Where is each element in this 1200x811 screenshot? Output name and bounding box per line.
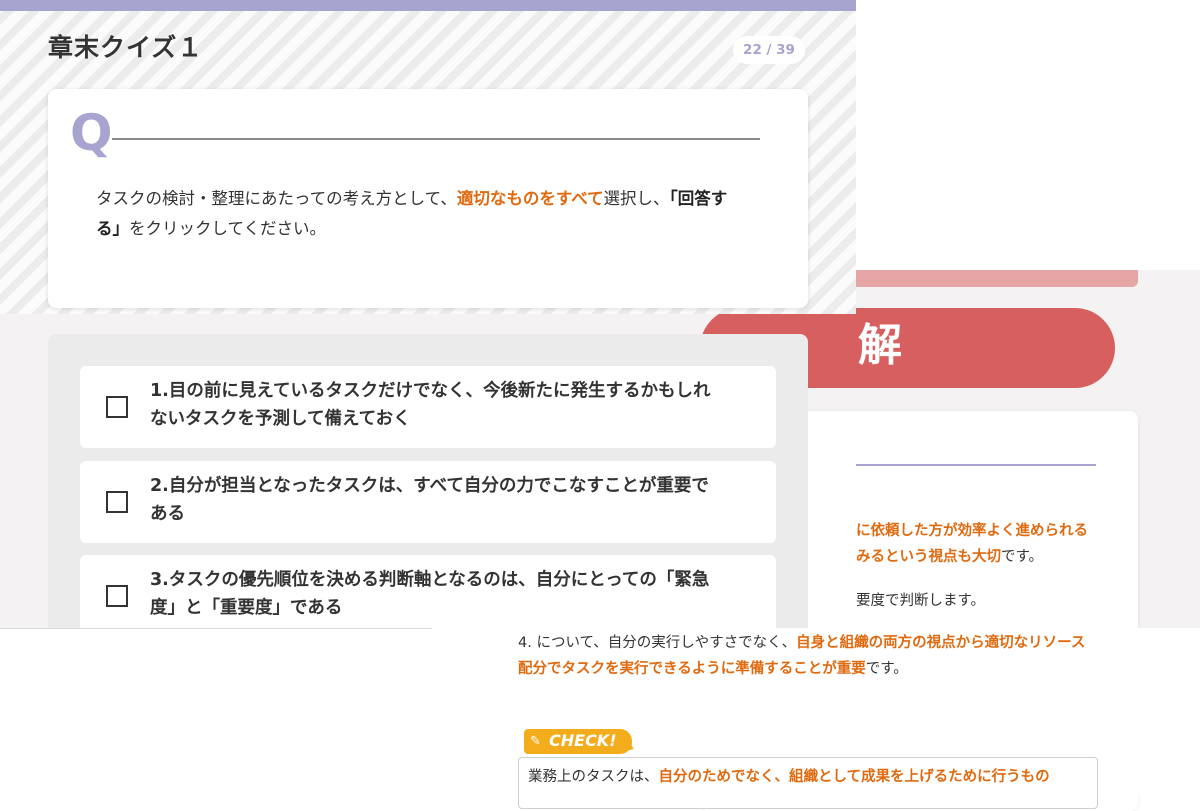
question-letter: Q	[70, 104, 113, 162]
answer-result-heading: 解	[858, 320, 904, 371]
option-label: 3.タスクの優先順位を決める判断軸となるのは、自分にとっての「緊急 度」と「重要度…	[150, 570, 710, 618]
answer-top-bar	[856, 270, 1138, 287]
answer-divider	[856, 464, 1096, 466]
progress-counter: 22 / 39	[733, 36, 805, 64]
checkbox-empty-icon[interactable]	[106, 585, 128, 607]
option-1[interactable]: 1.目の前に見えているタスクだけでなく、今後新たに発生するかもしれ ないタスクを予…	[80, 366, 776, 448]
answer-text-line-2: みるという視点も大切です。	[856, 549, 1044, 565]
option-label: 2.自分が担当となったタスクは、すべて自分の力でこなすことが重要で ある	[150, 476, 709, 524]
question-text-line-2: る」をクリックしてください。	[96, 219, 327, 238]
blank-page	[0, 628, 432, 795]
answer-text-line-4: 4. について、自分の実行しやすさでなく、自身と組織の両方の視点から適切なリソー…	[518, 635, 1086, 651]
question-text-line-1: タスクの検討・整理にあたっての考え方として、適切なものをすべて選択し、「回答す	[96, 189, 728, 208]
checkbox-empty-icon[interactable]	[106, 396, 128, 418]
blank-page-border	[0, 628, 432, 629]
checkbox-empty-icon[interactable]	[106, 491, 128, 513]
quiz-top-bar	[0, 0, 856, 11]
option-3[interactable]: 3.タスクの優先順位を決める判断軸となるのは、自分にとっての「緊急 度」と「重要度…	[80, 555, 776, 628]
answer-text-line-5: 配分でタスクを実行できるように準備することが重要です。	[518, 661, 908, 677]
check-label: CHECK!	[549, 731, 617, 750]
check-text: 業務上のタスクは、自分のためでなく、組織として成果を上げるために行うもの	[528, 769, 1050, 785]
answer-text-line-1: に依頼した方が効率よく進められる	[856, 523, 1088, 539]
page-title: 章末クイズ１	[48, 33, 204, 62]
option-2[interactable]: 2.自分が担当となったタスクは、すべて自分の力でこなすことが重要で ある	[80, 461, 776, 543]
answer-text-line-3: 要度で判断します。	[856, 593, 986, 609]
pencil-icon: ✎	[530, 734, 541, 749]
option-label: 1.目の前に見えているタスクだけでなく、今後新たに発生するかもしれ ないタスクを予…	[150, 381, 711, 429]
question-rule	[112, 138, 760, 140]
